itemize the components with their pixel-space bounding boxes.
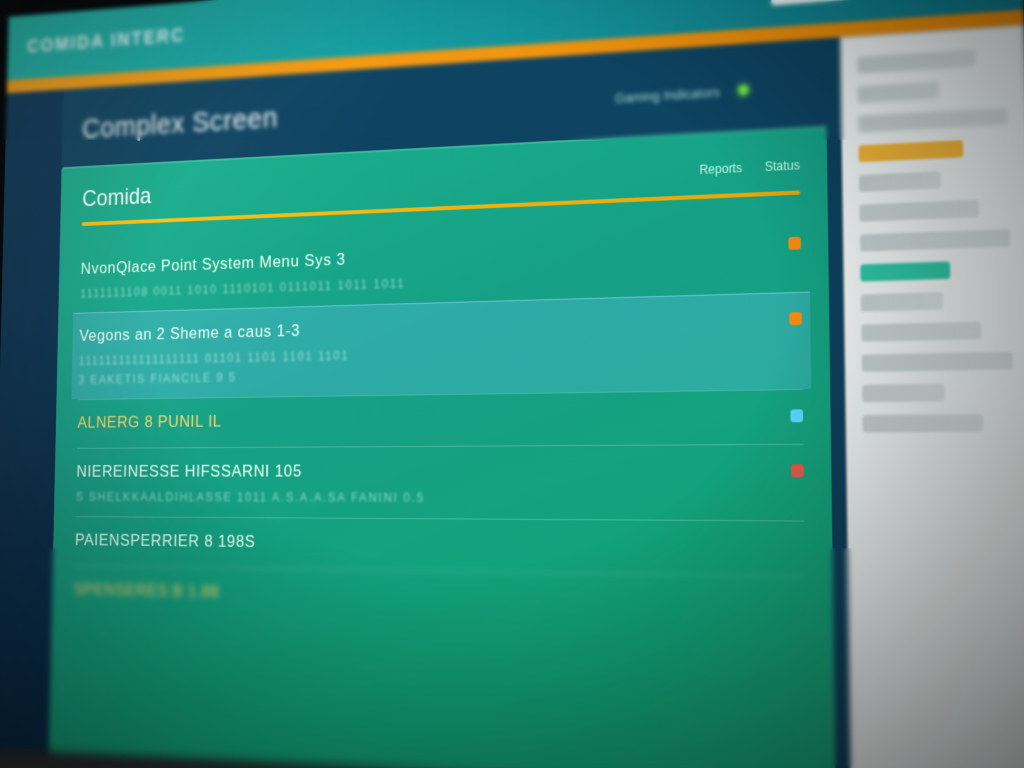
panel-link-a[interactable]: Reports [699,161,742,178]
row-heading: SPENSERES B 1.88 [74,580,772,614]
search-input[interactable]: Search [771,0,918,6]
status-dot-icon [738,85,748,96]
main-area: Complex Screen Gaming Indicators Setting… [48,37,852,768]
status-indicator-icon [788,237,801,250]
sidebar-item[interactable] [861,292,943,311]
right-sidebar [840,25,1024,768]
status-indicator-icon [791,464,804,477]
status-indicator-icon [790,409,803,422]
sidebar-item[interactable] [860,262,950,282]
page-title: Complex Screen [82,102,278,146]
sidebar-item[interactable] [857,49,976,73]
sidebar-item[interactable] [862,352,1013,372]
row-body: S SHELKKAALDIHLASSE 1011 A.S.A.A.SA FANI… [76,487,771,509]
sidebar-item[interactable] [859,171,941,192]
sidebar-item[interactable] [859,200,979,222]
header-link-a[interactable]: Gaming Indicators [615,84,720,106]
sidebar-item[interactable] [863,414,984,433]
sidebar-item[interactable] [859,140,963,162]
sidebar-item[interactable] [858,108,1008,133]
sidebar-item[interactable] [862,384,945,403]
row-body: 111111111111111111 01101 1101 1101 1101 … [78,336,769,389]
content-panel: Comida Reports Status NvonQlace Point Sy… [47,126,838,768]
row-heading: PAIENSPERRIER 8 198S [75,531,771,559]
panel-link-b[interactable]: Status [765,158,800,174]
sidebar-item[interactable] [858,81,939,103]
app-name: COMIDA INTERC [27,24,186,57]
list-row[interactable]: NIEREINESSE HIFSSARNI 105 S SHELKKAALDIHL… [76,444,805,521]
panel-title: Comida [82,183,152,213]
sidebar-item[interactable] [860,229,1011,252]
list-row[interactable]: SPENSERES B 1.88 [74,565,806,631]
app-window: COMIDA INTERC Search Complex Screen Gami… [0,0,1024,768]
row-heading: ALNERG 8 PUNIL IL [77,405,769,432]
status-indicator-icon [789,312,802,325]
sidebar-item[interactable] [861,322,981,342]
row-heading: NIEREINESSE HIFSSARNI 105 [76,460,770,481]
list-row[interactable]: ALNERG 8 PUNIL IL [77,389,803,448]
